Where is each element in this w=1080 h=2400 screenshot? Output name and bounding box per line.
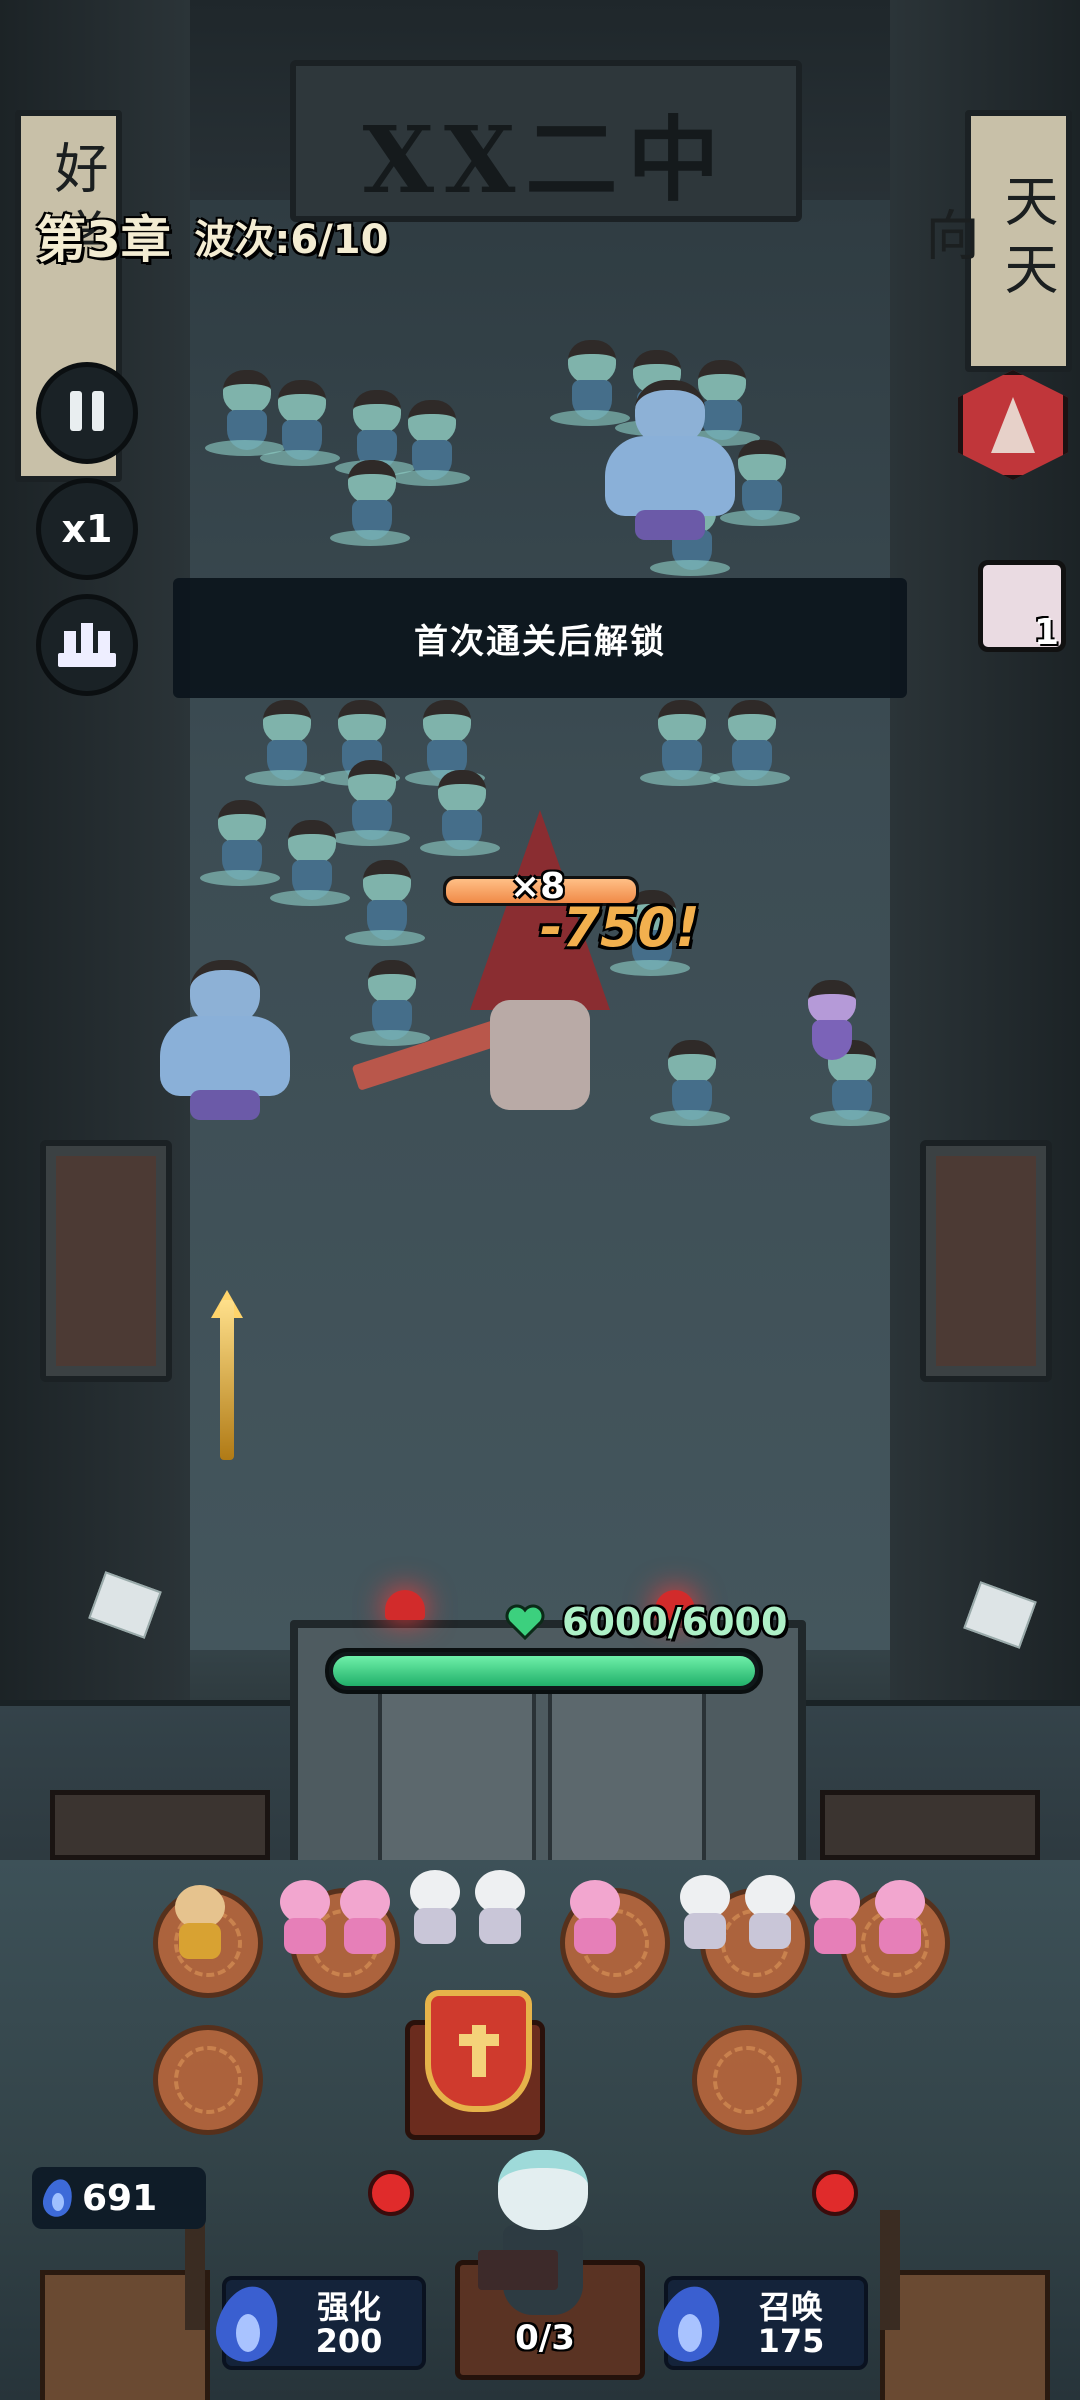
lab-shelf-left [50, 1790, 270, 1860]
zombie-enemy [350, 960, 430, 1050]
monkey-king-unit[interactable] [165, 1885, 235, 1965]
leaderboard-button[interactable] [36, 594, 138, 696]
game-stage: XX二中 好学 天天向 ×8 -750! 第3章 波次:6/10 x1 1 首次… [0, 0, 1080, 2400]
locked-toast-text: 首次通关后解锁 [414, 621, 666, 662]
pause-icon [65, 391, 109, 435]
zombie-enemy [710, 700, 790, 790]
unit-slot[interactable] [153, 2025, 263, 2135]
zombie-enemy [330, 460, 410, 550]
blue-flame-icon [209, 2279, 287, 2369]
upgrade-button[interactable]: 强化 200 [209, 2276, 426, 2370]
zombie-enemy [245, 700, 325, 790]
locked-toast: 首次通关后解锁 [173, 578, 907, 698]
pink-fox-unit[interactable] [865, 1880, 935, 1960]
zombie-enemy [270, 820, 350, 910]
base-hp-bar [325, 1648, 763, 1694]
summon-notification-dot [812, 2170, 858, 2216]
fence-right [880, 2270, 1050, 2400]
cross-shield-icon[interactable] [425, 1990, 532, 2112]
arrow-projectile [220, 1300, 234, 1460]
lab-shelf-right [820, 1790, 1040, 1860]
zombie-enemy [260, 380, 340, 470]
pink-fox-unit[interactable] [330, 1880, 400, 1960]
blue-flame-icon [651, 2279, 729, 2369]
unit-card[interactable]: 1 [978, 560, 1066, 653]
zombie-enemy [345, 860, 425, 950]
skull-ghost-unit[interactable] [670, 1875, 740, 1955]
heart-icon [505, 1604, 545, 1640]
school-gate-sign: XX二中 [290, 60, 802, 222]
right-banner-text: 天天向 [916, 173, 1058, 309]
pink-fox-unit[interactable] [800, 1880, 870, 1960]
skull-ghost-unit[interactable] [465, 1870, 535, 1950]
skull-ghost-unit[interactable] [400, 1870, 470, 1950]
zombie-enemy [390, 400, 470, 490]
chapter-label: 第3章 [36, 211, 171, 269]
right-banner: 天天向 [916, 110, 1072, 372]
purple-imp-enemy [800, 980, 864, 1070]
base-hp-text: 6000/6000 [562, 1600, 788, 1644]
unit-slot[interactable] [692, 2025, 802, 2135]
zombie-enemy [330, 760, 410, 850]
zombie-enemy [200, 800, 280, 890]
stage-info: 第3章 波次:6/10 [36, 200, 388, 272]
damage-popup: -750! [540, 896, 700, 959]
skull-ghost-unit[interactable] [735, 1875, 805, 1955]
wave-counter: 波次:6/10 [194, 217, 389, 263]
brute-enemy [595, 380, 745, 550]
leaderboard-icon [58, 623, 116, 667]
pause-button[interactable] [36, 362, 138, 464]
blue-flame-icon [39, 2176, 77, 2220]
upgrade-notification-dot [368, 2170, 414, 2216]
zombie-enemy [640, 700, 720, 790]
pyramid-head-boss [351, 810, 620, 1140]
soul-counter: 691 [32, 2167, 206, 2229]
zombie-enemy [650, 1040, 730, 1130]
soul-count: 691 [82, 2177, 158, 2219]
summon-cost: 175 [757, 2322, 825, 2360]
unit-card-count: 1 [1033, 612, 1059, 653]
speed-button[interactable]: x1 [36, 478, 138, 580]
player-character[interactable] [468, 2130, 618, 2330]
unit-capacity: 0/3 [515, 2318, 575, 2358]
pink-fox-unit[interactable] [560, 1880, 630, 1960]
left-planter [40, 1140, 172, 1382]
pyramid-head-icon [991, 397, 1035, 453]
summon-button[interactable]: 召唤 175 [651, 2276, 868, 2370]
right-planter [920, 1140, 1052, 1382]
speed-label: x1 [61, 507, 113, 551]
lamp-post [880, 2210, 900, 2330]
brute-enemy [150, 960, 300, 1130]
upgrade-cost: 200 [315, 2322, 383, 2360]
